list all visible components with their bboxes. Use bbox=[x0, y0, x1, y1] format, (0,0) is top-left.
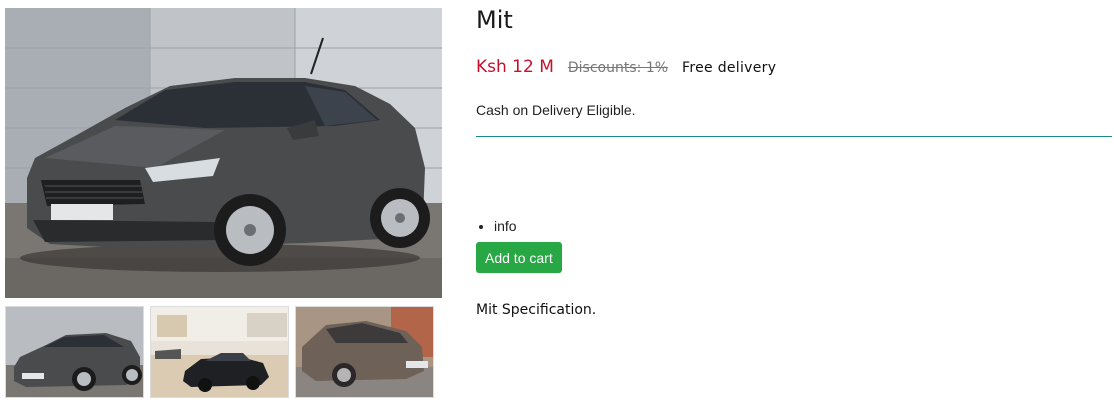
thumbnail-bronze-sedan[interactable] bbox=[295, 306, 434, 398]
specification-title: Mit Specification. bbox=[476, 302, 597, 318]
thumbnail-black-muscle-car[interactable] bbox=[150, 306, 289, 398]
info-list: info bbox=[476, 217, 517, 235]
product-price: Ksh 12 M bbox=[476, 57, 554, 77]
section-divider bbox=[476, 136, 1112, 137]
delivery-label: Free delivery bbox=[682, 60, 777, 76]
thumbnail-grey-hatchback[interactable] bbox=[5, 306, 144, 398]
thumbnail-strip bbox=[5, 306, 434, 398]
main-product-image bbox=[5, 8, 442, 298]
price-row: Ksh 12 M Discounts: 1% Free delivery bbox=[476, 57, 776, 77]
info-list-item: info bbox=[494, 217, 517, 235]
product-page: Mit Ksh 12 M Discounts: 1% Free delivery… bbox=[0, 0, 1114, 408]
discount-label: Discounts: 1% bbox=[567, 60, 669, 76]
cash-on-delivery-note: Cash on Delivery Eligible. bbox=[476, 102, 636, 118]
product-title: Mit bbox=[476, 6, 513, 34]
add-to-cart-button[interactable]: Add to cart bbox=[476, 242, 562, 273]
product-gallery bbox=[5, 8, 442, 398]
